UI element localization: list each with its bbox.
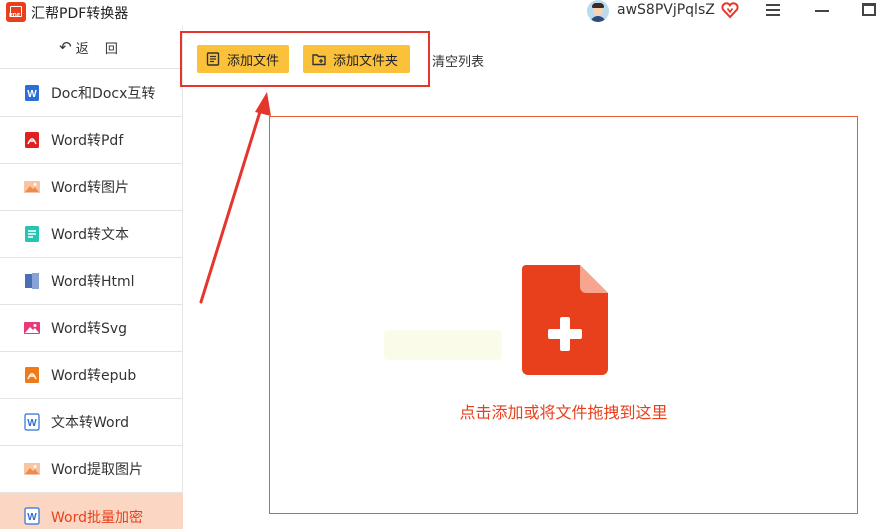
drag-ghost [384,330,502,360]
add-folder-icon [312,54,326,66]
svg-image-icon [24,322,40,334]
word-doc-icon: W [25,85,39,101]
user-avatar[interactable] [587,0,609,22]
sidebar-item-word-to-text[interactable]: Word转文本 [0,211,183,258]
svg-text:W: W [27,512,37,523]
app-title: 汇帮PDF转换器 [31,6,129,22]
minimize-icon[interactable] [815,10,829,12]
sidebar-item-word-to-svg[interactable]: Word转Svg [0,305,183,352]
drop-hint-text: 点击添加或将文件拖拽到这里 [459,403,668,422]
image-icon [24,181,40,193]
menu-icon[interactable] [766,4,780,16]
sidebar-item-word-to-html[interactable]: Word转Html [0,258,183,305]
svg-text:W: W [27,89,37,100]
sidebar: ↶ 返 回 W Doc和Docx互转 Word转Pdf Word转图片 Word… [0,26,183,529]
sidebar-item-doc-docx[interactable]: W Doc和Docx互转 [0,70,183,117]
html-icon [25,273,39,289]
svg-text:W: W [27,418,37,429]
clear-list-button[interactable]: 清空列表 [432,51,484,70]
app-logo-icon: PDF [6,2,26,22]
file-drop-zone[interactable]: 点击添加或将文件拖拽到这里 [269,116,858,514]
title-bar: PDF 汇帮PDF转换器 awS8PVjPqlsZ [0,0,892,26]
word-doc-icon: W [24,413,40,431]
sidebar-item-word-batch-encrypt[interactable]: W Word批量加密 [0,493,183,529]
image-icon [24,463,40,475]
text-file-icon [25,226,39,242]
word-doc-icon: W [24,507,40,525]
sidebar-item-word-to-image[interactable]: Word转图片 [0,164,183,211]
back-arrow-icon: ↶ [59,38,72,56]
sidebar-item-word-to-pdf[interactable]: Word转Pdf [0,117,183,164]
vip-heart-icon[interactable] [721,1,739,19]
add-file-icon [206,52,220,66]
pdf-icon [25,132,39,148]
epub-icon [25,367,39,383]
username[interactable]: awS8PVjPqlsZ [617,2,715,18]
sidebar-item-text-to-word[interactable]: W 文本转Word [0,399,183,446]
maximize-icon[interactable] [862,3,876,16]
add-folder-button[interactable]: 添加文件夹 [303,45,410,73]
sidebar-item-word-extract-image[interactable]: Word提取图片 [0,446,183,493]
sidebar-item-word-to-epub[interactable]: Word转epub [0,352,183,399]
add-file-button[interactable]: 添加文件 [197,45,289,73]
add-file-large-icon[interactable] [522,265,608,375]
back-button[interactable]: ↶ 返 回 [0,26,183,69]
